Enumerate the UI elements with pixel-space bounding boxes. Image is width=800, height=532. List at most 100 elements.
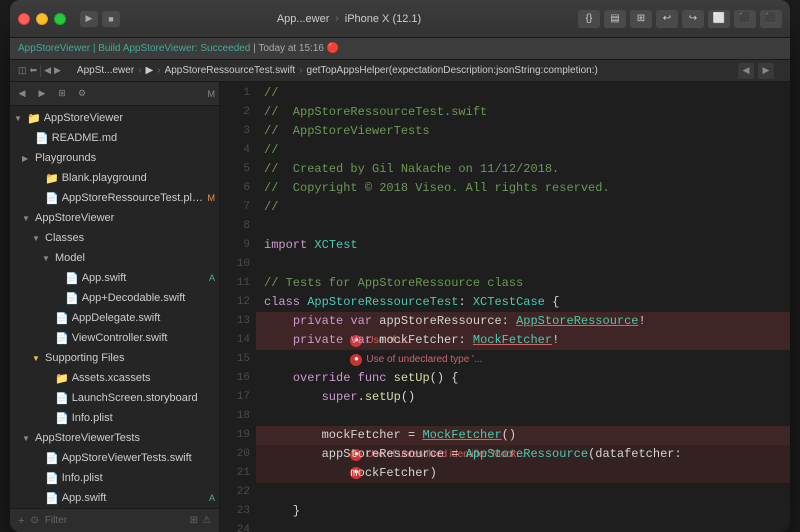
tree-item-tests-app[interactable]: 📄 App.swift A <box>10 488 219 508</box>
tests-app-label: App.swift <box>62 492 206 504</box>
line-num-20: 20 <box>220 445 250 464</box>
tree-item-tests-plist[interactable]: 📄 Info.plist <box>10 468 219 488</box>
tree-item-launchscreen[interactable]: 📄 LaunchScreen.storyboard <box>10 388 219 408</box>
swift-icon6: 📄 <box>45 492 59 505</box>
sidebar-fwd-btn[interactable]: ▶ <box>34 86 50 102</box>
code-line-1: // <box>256 84 790 103</box>
folder-icon: 📁 <box>27 112 41 125</box>
chevron-right-icon: ▶ <box>22 154 32 163</box>
bc-sep1: › <box>138 65 141 76</box>
close-button[interactable] <box>18 13 30 25</box>
plist-icon2: 📄 <box>45 472 59 485</box>
appstore-playground-label: AppStoreRessourceTest.playground <box>62 192 205 204</box>
code-line-20: appStoreRessource = AppStoreRessource(da… <box>256 445 790 464</box>
xcode-window: ▶ ■ App...ewer › iPhone X (12.1) {} ▤ ⊞ … <box>10 0 790 532</box>
warning-icon[interactable]: ⚠ <box>202 515 211 526</box>
braces-button[interactable]: {} <box>578 10 600 28</box>
minimize-button[interactable] <box>36 13 48 25</box>
code-line-13: private var appStoreRessource: AppStoreR… <box>256 312 790 331</box>
tree-item-tests[interactable]: ▼ AppStoreViewerTests <box>10 428 219 448</box>
toolbar-controls: ▶ ■ <box>80 11 120 27</box>
traffic-lights <box>18 13 66 25</box>
grid-button[interactable]: ▤ <box>604 10 626 28</box>
tree-item-appstoreviewer[interactable]: ▼ AppStoreViewer <box>10 208 219 228</box>
tree-item-blank-playground[interactable]: 📁 Blank.playground <box>10 168 219 188</box>
model-label: Model <box>55 252 215 264</box>
classes-label: Classes <box>45 232 215 244</box>
tree-item-supporting[interactable]: ▼ Supporting Files <box>10 348 219 368</box>
run-button[interactable]: ▶ <box>80 11 98 27</box>
filter-icon: ⊙ <box>30 515 38 526</box>
line-num-24: 24 <box>220 521 250 532</box>
swift-icon3: 📄 <box>55 312 69 325</box>
inspector-button[interactable]: ⊞ <box>630 10 652 28</box>
sidebar-expand-btn[interactable]: ⊞ <box>54 86 70 102</box>
breadcrumb-swift[interactable]: AppStoreRessourceTest.swift <box>165 65 296 76</box>
fwd-btn[interactable]: ▶ <box>54 65 61 76</box>
tree-item-model[interactable]: ▼ Model <box>10 248 219 268</box>
nav-back[interactable]: ↩ <box>656 10 678 28</box>
app-name-label: App...ewer <box>277 13 330 25</box>
tree-item-readme[interactable]: 📄 README.md <box>10 128 219 148</box>
swift-icon: 📄 <box>65 272 79 285</box>
breadcrumb-folder[interactable]: ▶ <box>146 65 154 76</box>
breadcrumb-file[interactable]: AppSt...ewer <box>77 65 134 76</box>
chevron-down-icon: ▼ <box>14 114 24 123</box>
tree-item-classes[interactable]: ▼ Classes <box>10 228 219 248</box>
sidebar-settings-btn[interactable]: ⚙ <box>74 86 90 102</box>
launchscreen-label: LaunchScreen.storyboard <box>72 392 215 404</box>
layout2-btn[interactable]: ⬛ <box>734 10 756 28</box>
tree-item-viewcontroller[interactable]: 📄 ViewController.swift <box>10 328 219 348</box>
sort-icon[interactable]: ⊞ <box>190 515 198 526</box>
code-line-9: import XCTest <box>256 236 790 255</box>
tree-item-appstore-playground[interactable]: 📄 AppStoreRessourceTest.playground M <box>10 188 219 208</box>
sidebar-toggle[interactable]: ◫ <box>18 65 27 76</box>
line-num-22: 22 <box>220 483 250 502</box>
sidebar-nav-btn[interactable]: ◀ <box>14 86 30 102</box>
tree-item-playgrounds[interactable]: ▶ Playgrounds <box>10 148 219 168</box>
prev-btn[interactable]: ◀ <box>738 63 754 79</box>
nav-fwd[interactable]: ↪ <box>682 10 704 28</box>
tree-item-app-swift[interactable]: 📄 App.swift A <box>10 268 219 288</box>
tree-item-assets[interactable]: 📁 Assets.xcassets <box>10 368 219 388</box>
chevron-down-icon4: ▼ <box>42 254 52 263</box>
hide-btn[interactable]: ⬅ <box>30 65 38 76</box>
code-line-3: // AppStoreViewerTests <box>256 122 790 141</box>
sidebar-filter-bar: + ⊙ Filter ⊞ ⚠ <box>10 508 219 532</box>
code-line-21: mockFetcher) <box>256 464 790 483</box>
chevron-down-icon2: ▼ <box>22 214 32 223</box>
add-icon[interactable]: + <box>18 515 24 527</box>
stop-button[interactable]: ■ <box>102 11 120 27</box>
code-line-22 <box>256 483 790 502</box>
line-num-10: 10 <box>220 255 250 274</box>
tree-item-tests-swift[interactable]: 📄 AppStoreViewerTests.swift <box>10 448 219 468</box>
back-btn[interactable]: ◀ <box>44 65 51 76</box>
bc-sep3: › <box>299 65 302 76</box>
code-line-5: // Created by Gil Nakache on 11/12/2018. <box>256 160 790 179</box>
code-content[interactable]: // // AppStoreRessourceTest.swift // App… <box>256 82 790 532</box>
layout3-btn[interactable]: ⬛ <box>760 10 782 28</box>
tree-item-appdelegate[interactable]: 📄 AppDelegate.swift <box>10 308 219 328</box>
tree-item-app-decodable[interactable]: 📄 App+Decodable.swift <box>10 288 219 308</box>
plist-icon: 📄 <box>55 412 69 425</box>
storyboard-icon: 📄 <box>55 392 69 405</box>
code-line-19: mockFetcher = MockFetcher() ●Use of unre… <box>256 426 790 445</box>
line-num-3: 3 <box>220 122 250 141</box>
code-editor[interactable]: 1 2 3 4 5 6 7 8 9 10 11 12 13 14 15 16 1 <box>220 82 790 532</box>
breadcrumb-func[interactable]: getTopAppsHelper(expectationDescription:… <box>307 65 598 76</box>
line-num-18: 18 <box>220 407 250 426</box>
line-num-11: 11 <box>220 274 250 293</box>
line-num-6: 6 <box>220 179 250 198</box>
tree-item-infoplist[interactable]: 📄 Info.plist <box>10 408 219 428</box>
code-line-8 <box>256 217 790 236</box>
line-num-14: 14 <box>220 331 250 350</box>
maximize-button[interactable] <box>54 13 66 25</box>
next-btn[interactable]: ▶ <box>758 63 774 79</box>
tree-item-root[interactable]: ▼ 📁 AppStoreViewer <box>10 108 219 128</box>
tree-root-label: AppStoreViewer <box>44 112 215 124</box>
layout1-btn[interactable]: ⬜ <box>708 10 730 28</box>
code-line-7: // <box>256 198 790 217</box>
file-tree: ▼ 📁 AppStoreViewer 📄 README.md ▶ Playgro… <box>10 106 219 532</box>
chevron-down-icon5: ▼ <box>22 434 32 443</box>
divider <box>40 65 41 77</box>
